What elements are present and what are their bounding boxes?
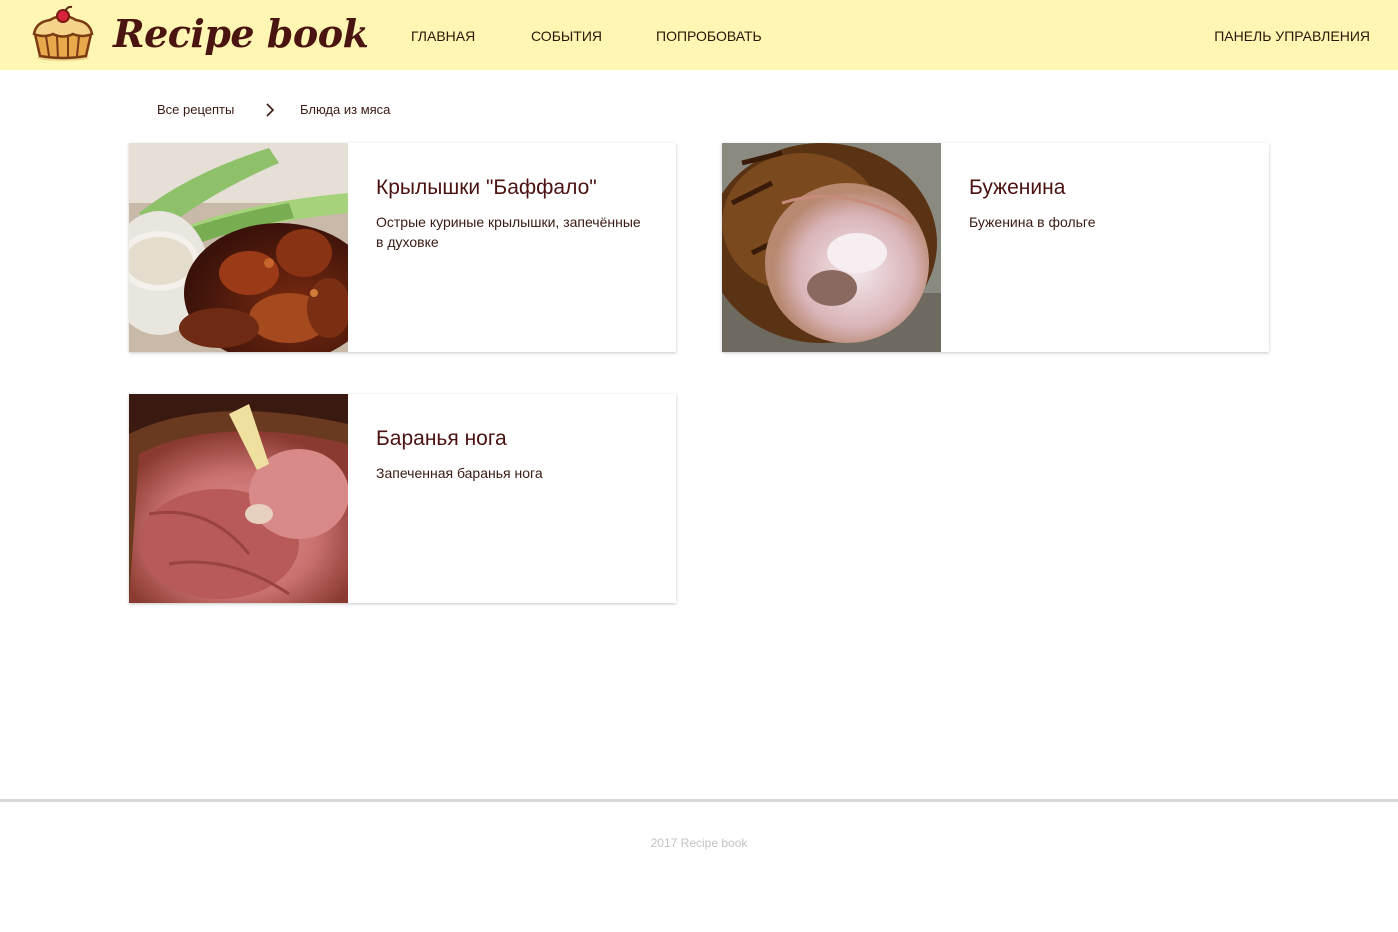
- cupcake-icon[interactable]: [30, 4, 96, 62]
- recipe-title: Буженина: [969, 176, 1066, 199]
- chevron-right-icon: [266, 103, 275, 117]
- recipe-image: [129, 394, 348, 603]
- nav-try[interactable]: ПОПРОБОВАТЬ: [656, 25, 762, 47]
- recipe-image: [129, 143, 348, 352]
- nav-admin-panel[interactable]: ПАНЕЛЬ УПРАВЛЕНИЯ: [1214, 25, 1370, 47]
- breadcrumb-current: Блюда из мяса: [300, 102, 391, 117]
- recipe-image: [722, 143, 941, 352]
- recipe-title: Баранья нога: [376, 427, 507, 450]
- nav-home[interactable]: ГЛАВНАЯ: [411, 25, 475, 47]
- footer-copyright: 2017 Recipe book: [650, 836, 748, 850]
- footer-divider: [0, 799, 1398, 802]
- recipe-card[interactable]: Крылышки "Баффало" Острые куриные крылыш…: [129, 143, 676, 352]
- recipe-title: Крылышки "Баффало": [376, 176, 597, 199]
- recipe-description: Острые куриные крылышки, запечённые в ду…: [376, 214, 641, 250]
- recipe-description: Запеченная баранья нога: [376, 465, 543, 481]
- breadcrumb-all-recipes[interactable]: Все рецепты: [157, 99, 234, 121]
- recipe-card[interactable]: Буженина Буженина в фольге: [722, 143, 1269, 352]
- site-header: Recipe book ГЛАВНАЯ СОБЫТИЯ ПОПРОБОВАТЬ …: [0, 0, 1398, 70]
- nav-events[interactable]: СОБЫТИЯ: [531, 25, 602, 47]
- recipe-card[interactable]: Баранья нога Запеченная баранья нога: [129, 394, 676, 603]
- site-logo[interactable]: Recipe book: [113, 6, 369, 62]
- recipe-description: Буженина в фольге: [969, 214, 1096, 230]
